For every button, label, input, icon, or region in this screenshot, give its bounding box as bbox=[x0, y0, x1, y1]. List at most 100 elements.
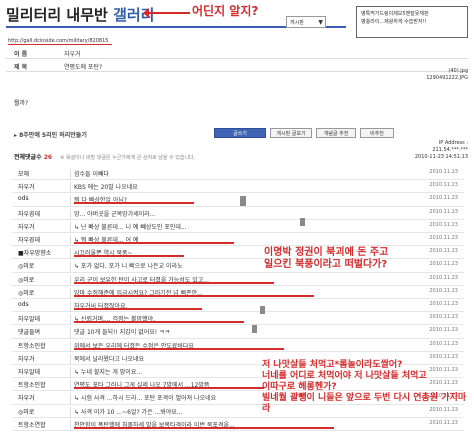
subject-label: 제 목 bbox=[14, 64, 28, 71]
annotation-underline bbox=[74, 202, 194, 205]
annotation-underline bbox=[74, 281, 274, 284]
view-button[interactable]: 게시판 글보기 bbox=[270, 128, 312, 138]
redaction-mark bbox=[300, 218, 305, 226]
annotation-top: 어딘지 알지? bbox=[192, 4, 259, 18]
section-title: ▸ 8주만에 5리인 허리만들기 bbox=[14, 130, 87, 139]
annotation-line: 일으킨 북풍이라고 떠벌다가? bbox=[264, 259, 388, 270]
comment-author[interactable]: ods bbox=[18, 195, 29, 202]
file-link[interactable]: (40).jpg bbox=[400, 68, 468, 75]
attached-files: (40).jpg 1290491222.JPG bbox=[400, 68, 468, 82]
comment-author[interactable]: 자우거 bbox=[18, 222, 35, 231]
comment-author[interactable]: ◎미로 bbox=[18, 261, 34, 270]
name-label: 이 름 bbox=[14, 51, 28, 58]
page-title: 밀리터리 내무반 갤러리 bbox=[6, 4, 154, 25]
comment-author[interactable]: 댓글들여 bbox=[18, 327, 40, 336]
comment-date: 2010.11.23 bbox=[429, 221, 458, 228]
corner-note-box: 병특먹거드링이제모5맨잘못재판 병충라이...제왕하게 수습받자!! bbox=[356, 6, 468, 38]
comment-text: 댓글 10개 들되!! 지갑이 없어요! ㅋㅋ bbox=[74, 329, 171, 337]
annotation-line: 저 나맛살들 처먹고*롬놀이라도쌀어? bbox=[262, 360, 403, 370]
comment-author[interactable]: 트항소인합 bbox=[18, 341, 46, 350]
comment-row: 트항소연합 천안함이 폭탄했에 침몰하세 발을 보복타격이라 이번 북포격을...… bbox=[12, 417, 464, 431]
comment-heading: 전체댓글수 26 ※ 욕설이나 비방 댓글은 누군가에게 큰 상처로 남을 수 … bbox=[14, 152, 195, 161]
comment-date: 2010.11.23 bbox=[429, 419, 458, 426]
comment-row: ◎미로 앙마 수정해준에 입금시켜요? 그러기전 넘 삐존한... 2010.11.… bbox=[12, 285, 464, 299]
downvote-button[interactable]: 비추천 bbox=[360, 128, 394, 138]
annotation-arrow bbox=[143, 8, 190, 18]
comment-author[interactable]: 자우거 bbox=[18, 182, 35, 191]
comment-row: 트항소인합 위에서 보든 우리에 터졌든 수정은 안도료바다요 2010.11.23 bbox=[12, 338, 464, 352]
comment-row: 자우거 ↳ 난 빠상 불른데... 니 예 빼상도인 포인데... 2010.11.… bbox=[12, 219, 464, 233]
comment-date: 2010.11.23 bbox=[429, 327, 458, 334]
comment-row: ◎미로 우리 군이 보유한 탄이 사고로 터졌을 가능성도 있고... 2010.1… bbox=[12, 272, 464, 286]
comment-author[interactable]: ◎미로 bbox=[18, 407, 34, 416]
comment-date: 2010.11.23 bbox=[429, 195, 458, 202]
comment-row: ■자우망향소 시끄러울뿐 역시 북풍~ 2010.11.23 bbox=[12, 245, 464, 260]
redaction-mark bbox=[260, 306, 265, 314]
comment-heading-label: 전체댓글수 bbox=[14, 154, 42, 161]
subject-value: 연평도에 포탄? bbox=[64, 64, 103, 71]
ip-address: IP Address : 211.54.***.*** bbox=[432, 140, 468, 153]
comment-date: 2010.11.23 bbox=[429, 169, 458, 175]
board-select[interactable]: 게시판 ▼ bbox=[286, 16, 326, 28]
annotation-middle: 이명박 정권이 북괴에 돈 주고 일으킨 북풍이라고 떠벌다가? bbox=[264, 247, 388, 271]
comment-text: ↳ 난 빠상 불른데... 니 예 빼상도인 포인데... bbox=[74, 223, 187, 231]
comment-author[interactable]: 자우거 bbox=[18, 354, 35, 363]
comment-count: 26 bbox=[43, 154, 53, 161]
comment-date: 2010.11.23 bbox=[429, 287, 458, 294]
comment-row: 자우꽁데 ↳ 뭐 빠상 불른데... 어 예 2010.11.23 bbox=[12, 232, 464, 247]
annotation-underline bbox=[74, 242, 234, 244]
comment-author[interactable]: 자우알데 bbox=[18, 367, 40, 376]
comment-row: 자우거 KBS 에는 20발 나오네요 2010.11.23 bbox=[12, 179, 464, 194]
comment-text: 섬수들 이빼다 bbox=[74, 171, 110, 178]
comment-author[interactable]: 자우알데 bbox=[18, 314, 40, 323]
comment-text: 앙... 아버곳을 군복망가세이라... bbox=[74, 210, 156, 218]
comment-author[interactable]: 트항소연합 bbox=[18, 420, 46, 429]
annotation-line: 이따구로 헤롱헨가? bbox=[262, 382, 337, 392]
comment-author[interactable]: ■자우망향소 bbox=[18, 248, 51, 257]
annotation-underline bbox=[74, 426, 334, 429]
post-body: 뭘까? bbox=[14, 100, 29, 107]
file-link[interactable]: 1290491222.JPG bbox=[400, 75, 468, 82]
corner-note-line: 병충라이...제왕하게 수습받자!! bbox=[361, 19, 427, 25]
comment-row: ◎미로 ↳ 포가 없다. 포가 니 삐으로 나든교 이라노 2010.11.23 bbox=[12, 258, 464, 273]
comment-date: 2010.11.23 bbox=[429, 353, 458, 360]
annotation-underline bbox=[74, 308, 202, 310]
write-button[interactable]: 글쓰기 bbox=[214, 128, 266, 138]
comment-author[interactable]: 모해 bbox=[18, 169, 29, 178]
annotation-line: 이명박 정권이 북괴에 돈 주고 bbox=[264, 247, 389, 258]
comment-author[interactable]: ods bbox=[18, 301, 29, 308]
column-divider bbox=[70, 419, 71, 431]
gallery-name: 밀리터리 내무반 bbox=[6, 6, 108, 24]
post-datetime: 2010-11-23 14:51:13 bbox=[414, 154, 468, 160]
annotation-line: 빌네월 괄뺑이 니들은 앞으로 두번 다시 연총원 가지마라 bbox=[262, 393, 467, 414]
comment-date: 2010.11.23 bbox=[429, 208, 458, 215]
post-subject-row: 제 목 연평도에 포탄? bbox=[6, 59, 468, 72]
board-select-value: 게시판 bbox=[290, 20, 304, 26]
comment-row: 자우알데 ↳ 신뢰거며.... 걱정는 볼망했야. 2010.11.23 bbox=[12, 311, 464, 326]
comment-author[interactable]: 자우꽁데 bbox=[18, 209, 40, 218]
post-meta: IP Address : 211.54.***.*** 2010-11-23 1… bbox=[404, 140, 468, 161]
url-underline bbox=[8, 44, 112, 45]
comment-date: 2010.11.23 bbox=[429, 248, 458, 255]
comment-author[interactable]: 자우꽁데 bbox=[18, 235, 40, 244]
annotation-underline bbox=[74, 347, 284, 350]
comment-hint: ※ 욕설이나 비방 댓글은 누군가에게 큰 상처로 남을 수 있습니다. bbox=[60, 155, 196, 161]
comment-date: 2010.11.23 bbox=[429, 314, 458, 321]
annotation-line: 너네를 어디로 처먹어야 저 나맛살들 처먹고 bbox=[262, 371, 427, 381]
comment-author[interactable]: 자우거 bbox=[18, 393, 35, 402]
comment-row: ods 자우거씨 터졌잖아요. 2010.11.23 bbox=[12, 298, 464, 313]
name-value: 자우거 bbox=[64, 51, 81, 58]
comment-author[interactable]: 트항소인합 bbox=[18, 380, 46, 389]
comment-date: 2010.11.23 bbox=[429, 235, 458, 241]
comment-text: ↳ 포가 없다. 포가 니 삐으로 나든교 이라노 bbox=[74, 263, 183, 271]
recommend-button[interactable]: 개념글 추천 bbox=[316, 128, 356, 138]
comment-date: 2010.11.23 bbox=[429, 261, 458, 268]
annotation-underline bbox=[74, 294, 314, 297]
annotation-bottom: 저 나맛살들 처먹고*롬놀이라도쌀어? 너네를 어디로 처먹어야 저 나맛살들 … bbox=[262, 360, 474, 415]
comment-author[interactable]: ◎미로 bbox=[18, 288, 34, 297]
comment-author[interactable]: ◎미로 bbox=[18, 275, 34, 284]
comment-row: 자우꽁데 앙... 아버곳을 군복망가세이라... 2010.11.23 bbox=[12, 206, 464, 220]
annotation-underline bbox=[74, 321, 244, 324]
comment-date: 2010.11.23 bbox=[429, 340, 458, 347]
annotation-underline bbox=[74, 255, 184, 258]
